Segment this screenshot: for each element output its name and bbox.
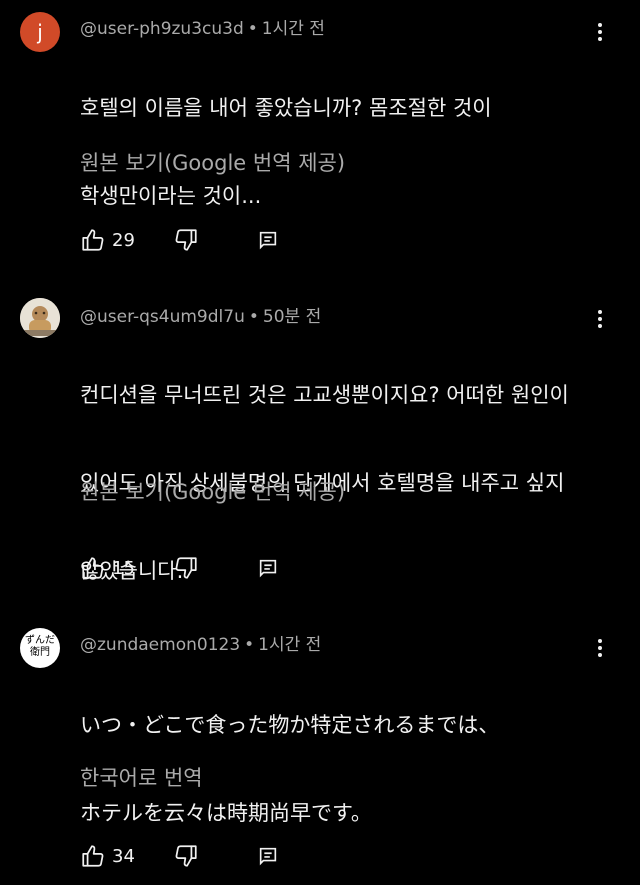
reply-button[interactable]: [257, 845, 279, 867]
like-count: 15: [112, 557, 135, 579]
dislike-button[interactable]: [173, 843, 199, 869]
comment-line: 호텔의 이름을 내어 좋았습니까? 몸조절한 것이: [80, 96, 492, 120]
comment-line: 컨디션을 무너뜨린 것은 고교생뿐이지요? 어떠한 원인이: [80, 383, 569, 407]
comment-line: 학생만이라는 것이...: [80, 184, 262, 208]
comment-line: いつ・どこで食った物か特定されるまでは、: [80, 713, 500, 737]
reply-icon: [257, 557, 279, 579]
reply-button[interactable]: [257, 229, 279, 251]
username[interactable]: @user-ph9zu3cu3d: [80, 19, 244, 39]
avatar[interactable]: [20, 298, 60, 338]
dislike-button[interactable]: [173, 555, 199, 581]
thumbs-up-icon: [80, 843, 106, 869]
like-count: 29: [112, 229, 135, 251]
thumbs-up-icon: [80, 555, 106, 581]
comment-meta: @user-qs4um9dl7u • 50분 전: [80, 302, 321, 327]
meta-separator: •: [244, 635, 255, 655]
see-original-link[interactable]: 원본 보기(Google 번역 제공): [80, 476, 345, 506]
avatar[interactable]: ずんだ 衛門: [20, 628, 60, 668]
reply-button[interactable]: [257, 557, 279, 579]
like-button[interactable]: 29: [80, 227, 135, 253]
comment-line: ホテルを云々は時期尚早です。: [80, 801, 372, 825]
comment-actions: 34: [80, 842, 279, 870]
like-button[interactable]: 34: [80, 843, 135, 869]
username[interactable]: @user-qs4um9dl7u: [80, 307, 245, 327]
comment-actions: 15: [80, 554, 279, 582]
like-count: 34: [112, 845, 135, 867]
thumbs-up-icon: [80, 227, 106, 253]
more-options-icon[interactable]: [590, 636, 610, 660]
see-original-link[interactable]: 원본 보기(Google 번역 제공): [80, 147, 345, 177]
meta-separator: •: [247, 19, 258, 39]
dislike-button[interactable]: [173, 227, 199, 253]
meta-separator: •: [248, 307, 259, 327]
more-options-icon[interactable]: [590, 307, 610, 331]
reply-icon: [257, 229, 279, 251]
avatar[interactable]: j: [20, 12, 60, 52]
thumbs-down-icon: [173, 843, 199, 869]
reply-icon: [257, 845, 279, 867]
comment-meta: @user-ph9zu3cu3d • 1시간 전: [80, 14, 325, 39]
comment-actions: 29: [80, 226, 279, 254]
translate-link[interactable]: 한국어로 번역: [80, 762, 203, 792]
timestamp: 50분 전: [262, 307, 322, 327]
timestamp: 1시간 전: [258, 635, 322, 655]
comment-meta: @zundaemon0123 • 1시간 전: [80, 630, 321, 655]
more-options-icon[interactable]: [590, 20, 610, 44]
like-button[interactable]: 15: [80, 555, 135, 581]
username[interactable]: @zundaemon0123: [80, 635, 240, 655]
thumbs-down-icon: [173, 227, 199, 253]
thumbs-down-icon: [173, 555, 199, 581]
timestamp: 1시간 전: [261, 19, 325, 39]
profile-photo-icon: [20, 298, 60, 338]
